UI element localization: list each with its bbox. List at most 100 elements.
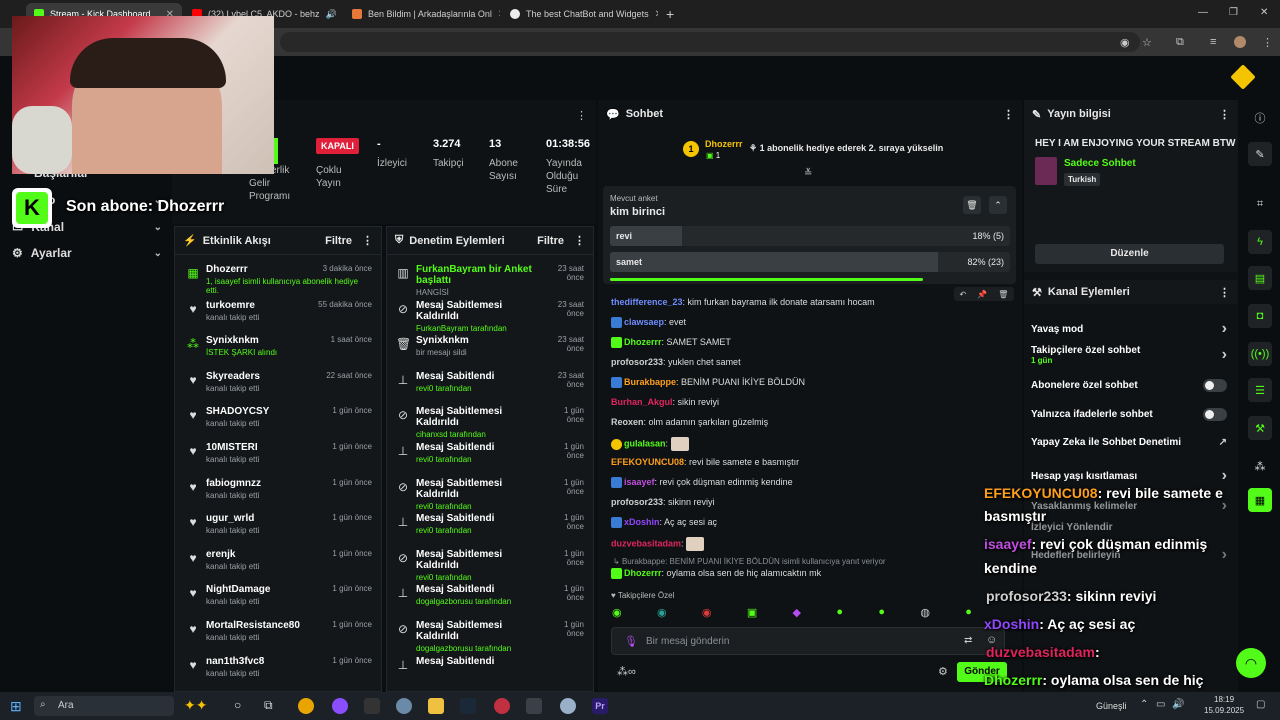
moderation-row[interactable]: ⊘ Mesaj Sabitlemesi Kaldırıldı FurkanBayra… — [398, 300, 584, 333]
bookmark-star-icon[interactable]: ☆ — [1142, 36, 1152, 49]
channel-action-item[interactable]: Yalnızca ifadelerle sohbet — [1031, 408, 1227, 421]
chat-message[interactable]: Dhozerrr: SAMET SAMET — [611, 337, 731, 349]
emote-icon[interactable]: ● — [965, 606, 972, 622]
tab-chatbot[interactable]: The best ChatBot and Widgets ✕ — [502, 3, 658, 25]
chat-support-icon[interactable]: ◠ — [1236, 648, 1266, 678]
chat-message[interactable]: clawsaep: evet — [611, 317, 686, 329]
broadcast-icon[interactable]: ((•)) — [1248, 342, 1272, 366]
emote-icon[interactable]: ◆ — [793, 606, 801, 622]
weather-label[interactable]: Güneşli — [1096, 701, 1127, 711]
speaker-icon[interactable]: 🔊 — [326, 9, 337, 20]
chat-message[interactable]: gulalasan: — [611, 437, 691, 451]
crop-icon[interactable]: ⌗ — [1248, 192, 1272, 216]
emote-icon[interactable]: ● — [836, 606, 843, 622]
chat-message[interactable]: Dhozerrr: oylama olsa sen de hiç alamıca… — [611, 568, 821, 580]
chat-message[interactable]: Burhan_Akgul: sikin reviyi — [611, 397, 719, 407]
chat-message[interactable]: Burakbappe: BENİM PUANI İKİYE BÖLDÜN — [611, 377, 805, 389]
translate-icon[interactable]: ⇄ — [964, 635, 972, 646]
chat-username[interactable]: Dhozerrr — [624, 337, 662, 347]
close-tab-icon[interactable]: ✕ — [655, 9, 658, 20]
moderation-row[interactable]: ⊥ Mesaj Sabitlendi revi0 tarafından 1 gün ö… — [398, 442, 584, 464]
emote-icon[interactable]: ◉ — [657, 606, 667, 622]
clock-date[interactable]: 15.09.2025 — [1204, 706, 1244, 715]
chat-input[interactable]: 🎙 Bir mesaj gönderin ⇄ ☺ — [611, 627, 1005, 655]
nav-item-ayarlar[interactable]: ⚙ Ayarlar ⌄ — [12, 246, 162, 260]
eye-off-icon[interactable]: ◉ — [1120, 36, 1130, 49]
moderation-row[interactable]: ⊥ Mesaj Sabitlendi — [398, 656, 584, 672]
chat-bubble-icon[interactable]: ◘ — [1248, 304, 1272, 328]
microphone-icon[interactable]: 🎙 — [624, 635, 638, 648]
reading-list-icon[interactable]: ≡ — [1210, 36, 1216, 48]
activity-row[interactable]: ♥ SHADOYCSY kanalı takip etti 1 gün önce — [189, 406, 372, 428]
app-icon[interactable] — [560, 698, 576, 714]
moderation-row[interactable]: ▥ FurkanBayram bir Anket başlattı HANGİSİ 2… — [397, 264, 584, 297]
activity-row[interactable]: ♥ nan1th3fvc8 kanalı takip etti 1 gün önce — [189, 656, 372, 678]
activity-row[interactable]: ♥ ugur_wrld kanalı takip etti 1 gün önce — [189, 513, 372, 535]
top-gifter-name[interactable]: Dhozerrr — [705, 139, 743, 149]
trash-icon[interactable]: 🗑 — [998, 290, 1008, 299]
chat-username[interactable]: Reoxen — [611, 417, 644, 427]
filter-button[interactable]: Filtre — [537, 235, 564, 247]
chat-username[interactable]: Burakbappe — [624, 377, 676, 387]
poll-option-samet[interactable]: samet 82% (23) — [610, 252, 1010, 272]
chat-message[interactable]: EFEKOYUNCU08: revi bile samete e basmışt… — [611, 457, 799, 467]
moderation-row[interactable]: ⊘ Mesaj Sabitlemesi Kaldırıldı revi0 taraf… — [398, 549, 584, 582]
emote-icon[interactable]: ◉ — [702, 606, 712, 622]
toggle-switch[interactable] — [1203, 379, 1227, 392]
chat-username[interactable]: duzvebasitadam — [611, 538, 681, 548]
kick-diamond-icon[interactable] — [1230, 64, 1256, 90]
menu-dots-icon[interactable]: ⋮ — [1219, 286, 1230, 299]
chat-message[interactable]: isaayef: revi çok düşman edinmiş kendine — [611, 477, 793, 489]
activity-row[interactable]: ♥ turkoemre kanalı takip etti 55 dakika önc… — [189, 300, 372, 322]
wrench-icon[interactable]: ⚒ — [1248, 416, 1272, 440]
tab-ben-bildim[interactable]: Ben Bildim | Arkadaşlarınla Onl ✕ — [344, 3, 500, 25]
menu-dots-icon[interactable]: ⋮ — [574, 234, 585, 247]
clock-time[interactable]: 18:19 — [1214, 695, 1234, 704]
file-explorer-icon[interactable] — [428, 698, 444, 714]
chat-username[interactable]: isaayef — [624, 477, 655, 487]
activity-row[interactable]: ♥ NightDamage kanalı takip etti 1 gün önce — [189, 584, 372, 606]
minimize-button[interactable]: — — [1198, 7, 1208, 18]
poll-option-revi[interactable]: revi 18% (5) — [610, 226, 1010, 246]
reply-icon[interactable]: ↶ — [960, 290, 967, 299]
emote-icon[interactable]: ● — [878, 606, 885, 622]
network-icon[interactable]: ⁂ — [1248, 454, 1272, 478]
moderation-row[interactable]: ⊥ Mesaj Sabitlendi dogalgazborusu tarafınd… — [398, 584, 584, 606]
extensions-icon[interactable]: ⧉ — [1176, 36, 1184, 49]
category-link[interactable]: Sadece Sohbet — [1064, 158, 1136, 169]
clapper-icon[interactable]: ▦ — [1248, 488, 1272, 512]
activity-row[interactable]: ⁂ Synixknkm İSTEK ŞARKI alındı 1 saat önce — [187, 335, 372, 357]
activity-row[interactable]: ♥ fabiogmnzz kanalı takip etti 1 gün önce — [189, 478, 372, 500]
collapse-arrow-icon[interactable]: ≚ — [804, 168, 812, 179]
lightning-icon[interactable]: ϟ — [1248, 230, 1272, 254]
gear-icon[interactable]: ⚙ — [938, 665, 948, 678]
chat-message[interactable]: xDoshin: Aç aç sesi aç — [611, 517, 717, 529]
close-window-button[interactable]: ✕ — [1260, 7, 1268, 18]
chat-message[interactable]: thedifference_23: kim furkan bayrama ilk… — [611, 297, 875, 307]
task-view-icon[interactable]: ⧉ — [264, 698, 273, 713]
channel-action-item[interactable]: Hesap yaşı kısıtlaması › — [1031, 467, 1227, 485]
chat-username[interactable]: xDoshin — [624, 517, 660, 527]
moderation-row[interactable]: ⊘ Mesaj Sabitlemesi Kaldırıldı cihanxsd ta… — [398, 406, 584, 439]
address-bar[interactable] — [280, 32, 1140, 52]
activity-row[interactable]: ♥ MortalResistance80 kanalı takip etti 1 gü… — [189, 620, 372, 642]
cortana-icon[interactable]: ○ — [234, 698, 241, 712]
channel-action-item[interactable]: Takipçilere özel sohbet 1 gün › — [1031, 345, 1227, 365]
chat-username[interactable]: clawsaep — [624, 317, 664, 327]
app-icon[interactable] — [396, 698, 412, 714]
chat-username[interactable]: Burhan_Akgul — [611, 397, 673, 407]
menu-dots-icon[interactable]: ⋮ — [1003, 108, 1014, 121]
premiere-icon[interactable]: Pr — [592, 698, 608, 714]
pencil-icon[interactable]: ✎ — [1248, 142, 1272, 166]
points-icon[interactable]: ⁂∞ — [617, 665, 636, 678]
moderation-row[interactable]: ⊘ Mesaj Sabitlemesi Kaldırıldı dogalgazbor… — [398, 620, 584, 653]
obs-icon[interactable] — [332, 698, 348, 714]
chevron-right-icon[interactable]: › — [1222, 320, 1227, 338]
volume-icon[interactable]: 🔊 — [1172, 699, 1184, 710]
emote-icon[interactable]: ◉ — [612, 606, 622, 622]
channel-action-item[interactable]: Yavaş mod › — [1031, 320, 1227, 338]
moderation-row[interactable]: 🗑 Synixknkm bir mesajı sildi 23 saat önce — [396, 335, 584, 357]
close-tab-icon[interactable]: ✕ — [498, 9, 500, 20]
network-icon[interactable]: ▭ — [1156, 699, 1165, 710]
notifications-icon[interactable]: ▢ — [1256, 699, 1265, 710]
